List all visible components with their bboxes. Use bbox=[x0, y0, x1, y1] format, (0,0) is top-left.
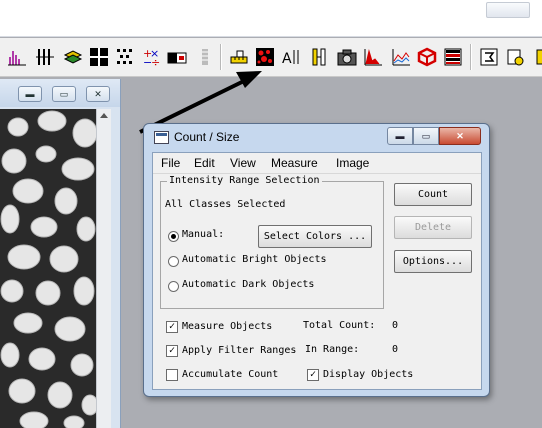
menu-measure[interactable]: Measure bbox=[271, 156, 318, 170]
dialog-client-area: File Edit View Measure Image Intensity R… bbox=[152, 152, 482, 390]
apply-filter-label: Apply Filter Ranges bbox=[182, 345, 297, 356]
manual-radio[interactable] bbox=[168, 231, 179, 242]
in-range-value: 0 bbox=[392, 344, 399, 355]
measure-objects-label: Measure Objects bbox=[182, 321, 273, 332]
total-count-label: Total Count: bbox=[303, 320, 376, 331]
intensity-range-group: Intensity Range Selection All Classes Se… bbox=[160, 175, 384, 309]
delete-button: Delete bbox=[394, 216, 472, 239]
apply-filter-checkbox[interactable]: ✓ bbox=[166, 345, 178, 357]
dark-objects-label: Automatic Dark Objects bbox=[182, 279, 315, 290]
bright-objects-radio[interactable] bbox=[168, 256, 179, 267]
dialog-restore-button[interactable]: ▭ bbox=[413, 127, 439, 145]
menu-view[interactable]: View bbox=[230, 156, 256, 170]
in-range-label: In Range: bbox=[305, 344, 360, 355]
select-colors-button[interactable]: Select Colors ... bbox=[258, 225, 372, 248]
display-objects-checkbox[interactable]: ✓ bbox=[307, 369, 319, 381]
menu-image[interactable]: Image bbox=[336, 156, 369, 170]
options-button[interactable]: Options... bbox=[394, 250, 472, 273]
accumulate-count-checkbox[interactable] bbox=[166, 369, 178, 381]
dark-objects-radio[interactable] bbox=[168, 281, 179, 292]
bright-objects-label: Automatic Bright Objects bbox=[182, 254, 327, 265]
measure-objects-checkbox[interactable]: ✓ bbox=[166, 321, 178, 333]
group-title: Intensity Range Selection bbox=[167, 175, 322, 186]
all-classes-label: All Classes Selected bbox=[165, 199, 286, 210]
menu-edit[interactable]: Edit bbox=[194, 156, 215, 170]
dialog-window-buttons: ▬ ▭ ✕ bbox=[387, 127, 481, 145]
count-size-dialog: Count / Size ▬ ▭ ✕ File Edit View Measur… bbox=[143, 123, 490, 397]
menu-file[interactable]: File bbox=[161, 156, 180, 170]
dialog-close-button[interactable]: ✕ bbox=[439, 127, 481, 145]
accumulate-count-label: Accumulate Count bbox=[182, 369, 279, 380]
dialog-minimize-button[interactable]: ▬ bbox=[387, 127, 413, 145]
dialog-menubar: File Edit View Measure Image bbox=[153, 153, 481, 174]
manual-radio-label: Manual: bbox=[182, 229, 225, 240]
total-count-value: 0 bbox=[392, 320, 399, 331]
dialog-app-icon bbox=[154, 131, 169, 144]
dialog-title: Count / Size bbox=[174, 130, 240, 144]
count-button[interactable]: Count bbox=[394, 183, 472, 206]
display-objects-label: Display Objects bbox=[323, 369, 414, 380]
